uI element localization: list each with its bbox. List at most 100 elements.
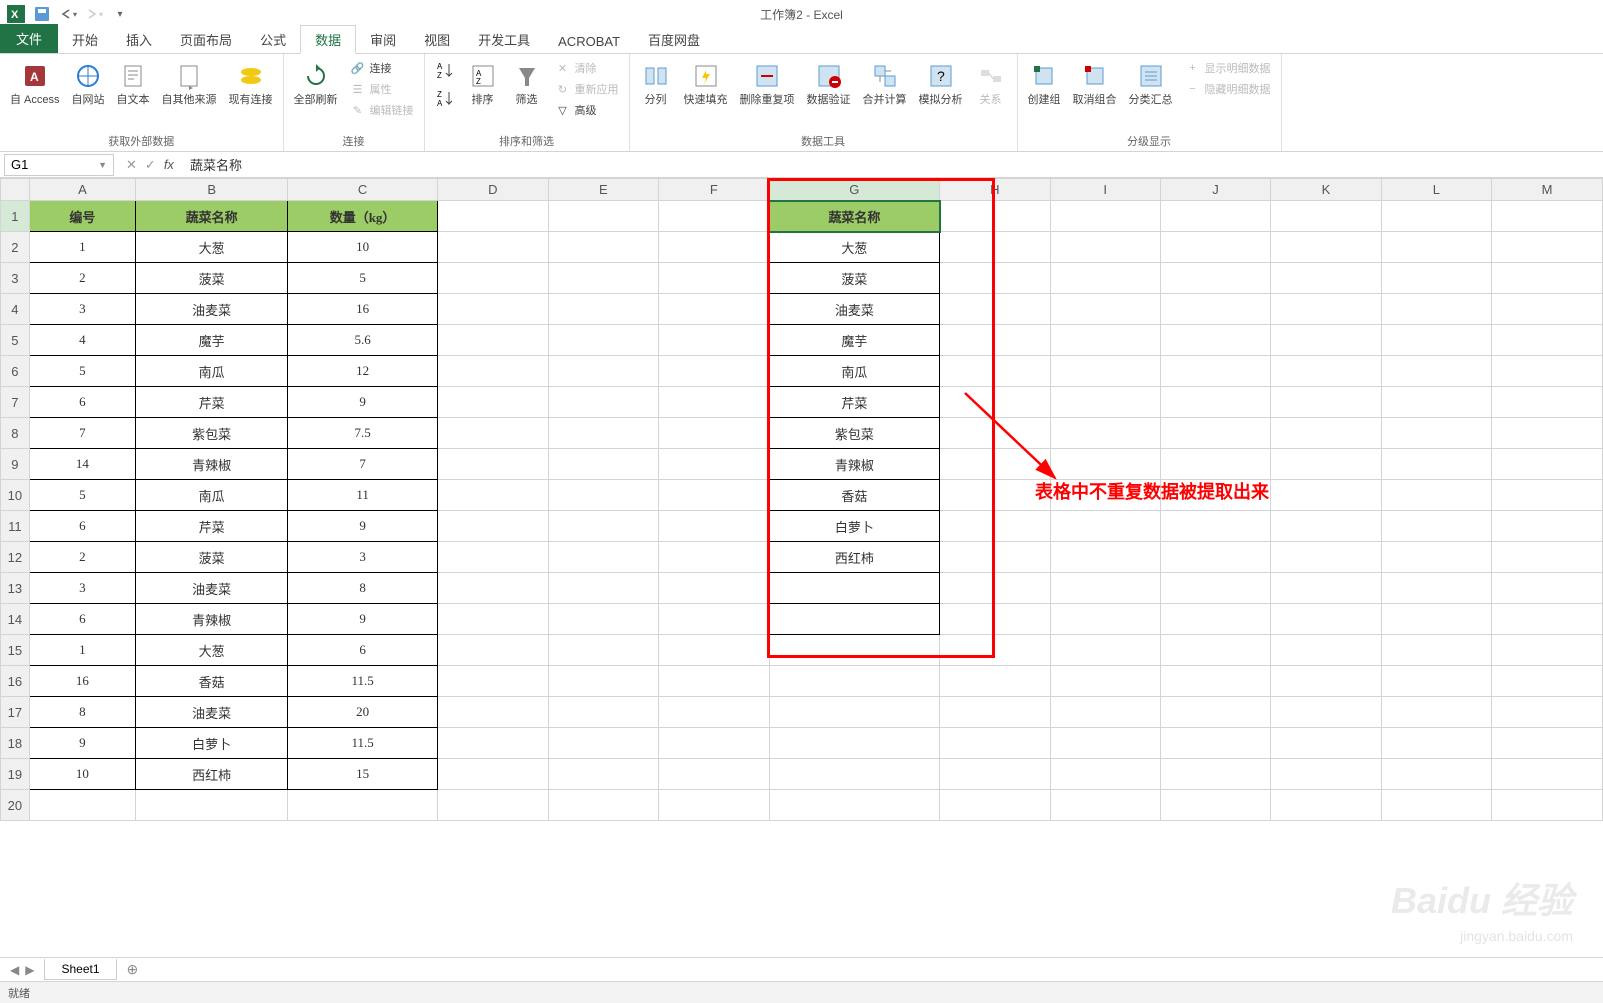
cell-empty[interactable]: [548, 294, 659, 325]
cell-empty[interactable]: [1271, 666, 1382, 697]
cell-empty[interactable]: [1160, 387, 1270, 418]
cell-empty[interactable]: [1271, 263, 1382, 294]
cell-empty[interactable]: [1492, 790, 1603, 821]
cell-empty[interactable]: [437, 418, 548, 449]
cell-B19[interactable]: 西红柿: [136, 759, 288, 790]
cell-A11[interactable]: 6: [29, 511, 135, 542]
cell-G10[interactable]: 香菇: [769, 480, 939, 511]
row-header-6[interactable]: 6: [1, 356, 30, 387]
select-all-corner[interactable]: [1, 179, 30, 201]
cell-A1[interactable]: 编号: [29, 201, 135, 232]
cell-empty[interactable]: [1050, 325, 1160, 356]
cell-empty[interactable]: [1381, 480, 1491, 511]
col-header-M[interactable]: M: [1492, 179, 1603, 201]
consolidate-button[interactable]: 合并计算: [859, 58, 911, 109]
cell-G13[interactable]: [769, 573, 939, 604]
cell-B3[interactable]: 菠菜: [136, 263, 288, 294]
cell-empty[interactable]: [659, 759, 769, 790]
cell-empty[interactable]: [437, 790, 548, 821]
tab-file[interactable]: 文件: [0, 24, 58, 53]
hide-detail-button[interactable]: −隐藏明细数据: [1181, 79, 1275, 99]
from-web-button[interactable]: 自网站: [68, 58, 109, 109]
cell-empty[interactable]: [437, 697, 548, 728]
cell-empty[interactable]: [1160, 449, 1270, 480]
cell-A13[interactable]: 3: [29, 573, 135, 604]
cell-empty[interactable]: [437, 294, 548, 325]
cell-B11[interactable]: 芹菜: [136, 511, 288, 542]
cell-C7[interactable]: 9: [288, 387, 438, 418]
cell-G5[interactable]: 魔芋: [769, 325, 939, 356]
excel-icon[interactable]: X: [4, 3, 28, 25]
cell-empty[interactable]: [1381, 759, 1491, 790]
cell-empty[interactable]: [1381, 325, 1491, 356]
cell-empty[interactable]: [548, 666, 659, 697]
cell-B9[interactable]: 青辣椒: [136, 449, 288, 480]
cell-C1[interactable]: 数量（kg）: [288, 201, 438, 232]
cell-empty[interactable]: [1381, 294, 1491, 325]
subtotal-button[interactable]: 分类汇总: [1125, 58, 1177, 109]
cell-G8[interactable]: 紫包菜: [769, 418, 939, 449]
cell-empty[interactable]: [940, 387, 1051, 418]
qat-dropdown-icon[interactable]: ▾: [108, 3, 132, 25]
cell-empty[interactable]: [1381, 201, 1491, 232]
row-header-17[interactable]: 17: [1, 697, 30, 728]
cell-B10[interactable]: 南瓜: [136, 480, 288, 511]
cell-empty[interactable]: [437, 449, 548, 480]
cell-empty[interactable]: [437, 542, 548, 573]
cell-empty[interactable]: [659, 325, 769, 356]
cell-empty[interactable]: [1271, 759, 1382, 790]
cell-empty[interactable]: [1050, 759, 1160, 790]
cell-empty[interactable]: [1381, 542, 1491, 573]
sort-asc-button[interactable]: AZ: [431, 58, 459, 82]
tab-data[interactable]: 数据: [300, 25, 356, 54]
cell-A8[interactable]: 7: [29, 418, 135, 449]
clear-filter-button[interactable]: ✕清除: [551, 58, 623, 78]
row-header-7[interactable]: 7: [1, 387, 30, 418]
cell-empty[interactable]: [659, 449, 769, 480]
cell-empty[interactable]: [1381, 573, 1491, 604]
cell-empty[interactable]: [659, 728, 769, 759]
cell-empty[interactable]: [1492, 573, 1603, 604]
cell-empty[interactable]: [548, 325, 659, 356]
cell-A17[interactable]: 8: [29, 697, 135, 728]
cell-empty[interactable]: [1492, 325, 1603, 356]
cell-empty[interactable]: [1160, 263, 1270, 294]
cell-empty[interactable]: [659, 356, 769, 387]
row-header-9[interactable]: 9: [1, 449, 30, 480]
sheet-area[interactable]: ABCDEFGHIJKLM1编号蔬菜名称数量（kg）蔬菜名称21大葱10大葱32…: [0, 178, 1603, 974]
cell-empty[interactable]: [1050, 449, 1160, 480]
cell-empty[interactable]: [1381, 418, 1491, 449]
cell-empty[interactable]: [659, 790, 769, 821]
cell-B2[interactable]: 大葱: [136, 232, 288, 263]
cell-B12[interactable]: 菠菜: [136, 542, 288, 573]
cell-C8[interactable]: 7.5: [288, 418, 438, 449]
cell-empty[interactable]: [940, 666, 1051, 697]
tab-layout[interactable]: 页面布局: [166, 26, 246, 53]
cell-empty[interactable]: [548, 511, 659, 542]
cell-empty[interactable]: [769, 697, 939, 728]
cell-G1[interactable]: 蔬菜名称: [769, 201, 939, 232]
row-header-1[interactable]: 1: [1, 201, 30, 232]
cell-C12[interactable]: 3: [288, 542, 438, 573]
cell-empty[interactable]: [1271, 790, 1382, 821]
cell-empty[interactable]: [940, 294, 1051, 325]
cell-empty[interactable]: [1050, 387, 1160, 418]
cell-empty[interactable]: [1492, 697, 1603, 728]
cell-empty[interactable]: [940, 635, 1051, 666]
ungroup-button[interactable]: 取消组合: [1069, 58, 1121, 109]
cell-empty[interactable]: [940, 418, 1051, 449]
cell-B7[interactable]: 芹菜: [136, 387, 288, 418]
cell-empty[interactable]: [1160, 511, 1270, 542]
add-sheet-button[interactable]: ⊕: [117, 961, 149, 978]
sheet-tab[interactable]: Sheet1: [44, 959, 116, 980]
cell-B13[interactable]: 油麦菜: [136, 573, 288, 604]
cell-empty[interactable]: [659, 604, 769, 635]
cell-B6[interactable]: 南瓜: [136, 356, 288, 387]
cell-B16[interactable]: 香菇: [136, 666, 288, 697]
cell-empty[interactable]: [1271, 449, 1382, 480]
cell-empty[interactable]: [1492, 666, 1603, 697]
cell-empty[interactable]: [1381, 728, 1491, 759]
row-header-10[interactable]: 10: [1, 480, 30, 511]
cell-empty[interactable]: [1050, 728, 1160, 759]
cell-A4[interactable]: 3: [29, 294, 135, 325]
